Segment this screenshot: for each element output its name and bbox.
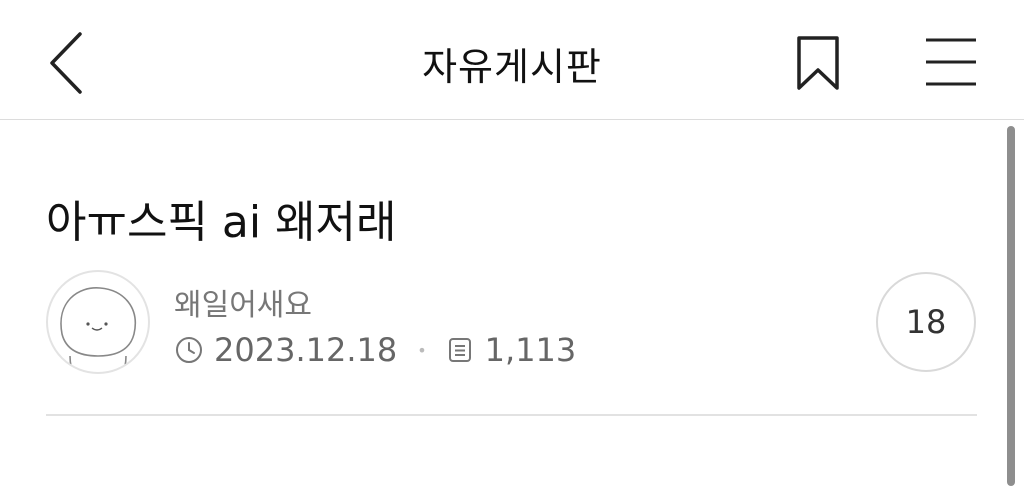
comment-count: 18 [905, 303, 947, 341]
view-count: 1,113 [484, 331, 577, 369]
top-app-bar: 자유게시판 [0, 0, 1024, 120]
page-title: 자유게시판 [422, 45, 602, 89]
post-title: 아ㅠ스픽 ai 왜저래 [46, 197, 397, 248]
divider [46, 414, 977, 416]
menu-button[interactable] [920, 30, 984, 92]
post-meta: 2023.12.18 • 1,113 [174, 330, 576, 370]
bookmark-icon [797, 36, 839, 90]
meta-separator-dot: • [417, 340, 427, 360]
comment-count-button[interactable]: 18 [876, 272, 976, 372]
hamburger-menu-icon [926, 38, 976, 86]
author-avatar[interactable] [46, 270, 150, 374]
post-date: 2023.12.18 [214, 331, 398, 369]
clock-icon [176, 337, 202, 363]
author-name[interactable]: 왜일어새요 [174, 280, 312, 324]
document-icon [448, 338, 471, 362]
bookmark-button[interactable] [790, 30, 846, 96]
avatar-character-icon [60, 287, 137, 372]
scrollbar[interactable] [1007, 126, 1015, 486]
